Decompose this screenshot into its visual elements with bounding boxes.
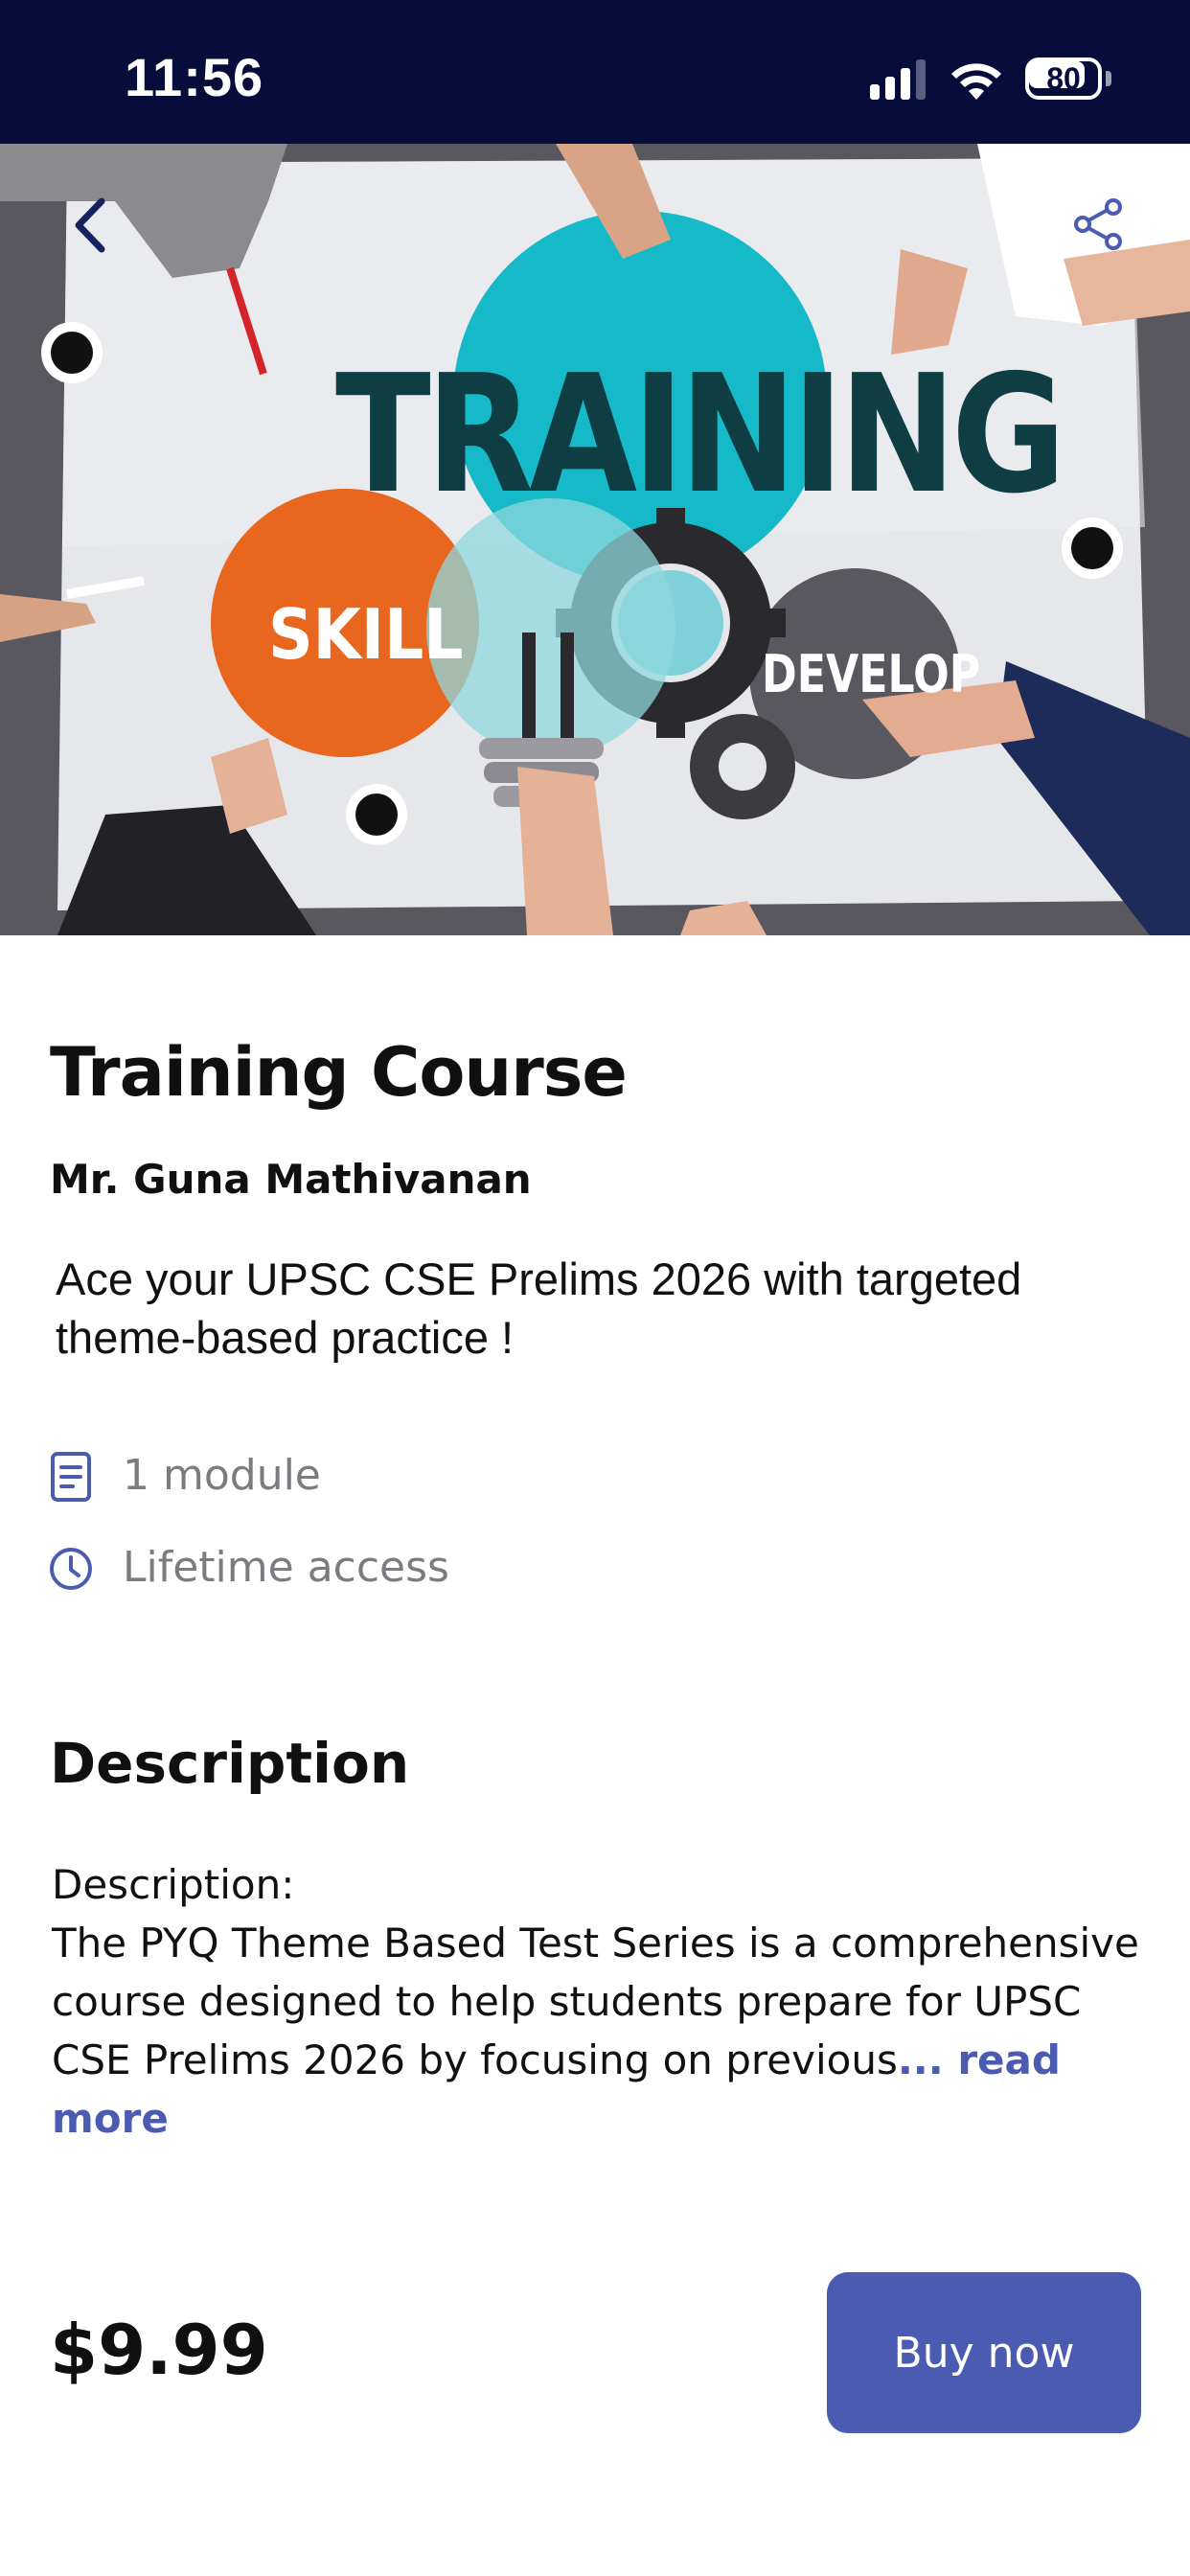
battery-icon: 80 bbox=[1025, 58, 1111, 100]
meta-access-label: Lifetime access bbox=[123, 1543, 449, 1592]
hero-text-skill: SKILL bbox=[268, 594, 464, 675]
course-hero-image: TRAINING SKILL DEVELOP bbox=[0, 144, 1190, 935]
back-button[interactable] bbox=[65, 192, 123, 259]
buy-now-button[interactable]: Buy now bbox=[827, 2272, 1141, 2433]
battery-level: 80 bbox=[1046, 61, 1081, 96]
instructor-name: Mr. Guna Mathivanan bbox=[50, 1156, 532, 1203]
course-title: Training Course bbox=[50, 1033, 628, 1112]
course-price: $9.99 bbox=[50, 2310, 268, 2390]
wifi-icon bbox=[951, 63, 1001, 100]
cellular-signal-icon bbox=[870, 59, 926, 100]
description-heading: Description bbox=[50, 1731, 410, 1796]
description-text: Description: The PYQ Theme Based Test Se… bbox=[52, 1855, 1154, 2148]
clock-icon bbox=[50, 1548, 92, 1590]
description-label: Description: bbox=[52, 1861, 295, 1908]
hero-illustration bbox=[0, 144, 1190, 935]
meta-modules: 1 module bbox=[48, 1447, 719, 1505]
course-tagline: Ace your UPSC CSE Prelims 2026 with targ… bbox=[56, 1254, 1022, 1363]
status-bar: 11:56 80 bbox=[0, 0, 1190, 144]
share-button[interactable] bbox=[1071, 197, 1125, 251]
hero-text-training: TRAINING bbox=[335, 340, 1066, 530]
status-time: 11:56 bbox=[125, 47, 264, 107]
meta-access: Lifetime access bbox=[48, 1539, 719, 1597]
document-icon bbox=[51, 1452, 91, 1502]
hero-text-develop: DEVELOP bbox=[762, 644, 981, 704]
meta-modules-label: 1 module bbox=[123, 1451, 321, 1500]
